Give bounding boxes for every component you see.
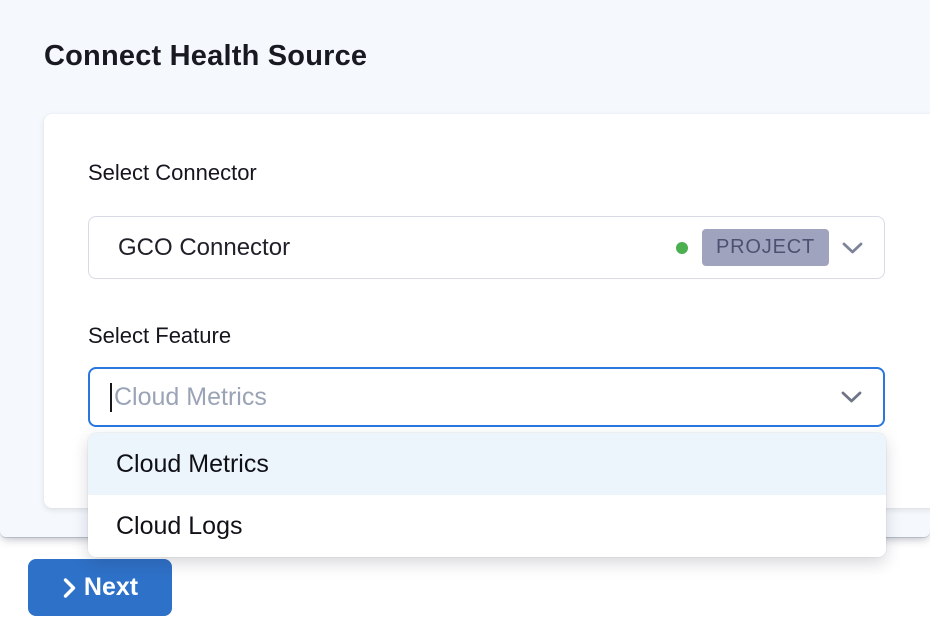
chevron-right-icon — [62, 577, 77, 599]
text-caret — [110, 383, 112, 412]
status-dot-icon — [676, 242, 688, 254]
next-button-label: Next — [84, 573, 138, 602]
next-button[interactable]: Next — [28, 559, 172, 616]
select-feature-label: Select Feature — [88, 323, 231, 349]
scope-badge: PROJECT — [702, 229, 829, 266]
chevron-down-icon — [840, 390, 863, 404]
connect-health-source-drawer: Connect Health Source Select Connector G… — [0, 0, 930, 628]
connector-select-right: PROJECT — [676, 229, 864, 266]
chevron-down-icon — [841, 241, 864, 255]
feature-dropdown-menu: Cloud Metrics Cloud Logs — [88, 433, 886, 557]
connector-selected-value: GCO Connector — [118, 234, 290, 262]
menu-option-cloud-logs[interactable]: Cloud Logs — [88, 495, 886, 557]
page-title: Connect Health Source — [44, 40, 367, 73]
select-connector-label: Select Connector — [88, 160, 257, 186]
connector-select[interactable]: GCO Connector PROJECT — [88, 216, 885, 279]
feature-select[interactable] — [88, 367, 885, 427]
menu-option-cloud-metrics[interactable]: Cloud Metrics — [88, 433, 886, 495]
feature-input[interactable] — [90, 369, 883, 425]
